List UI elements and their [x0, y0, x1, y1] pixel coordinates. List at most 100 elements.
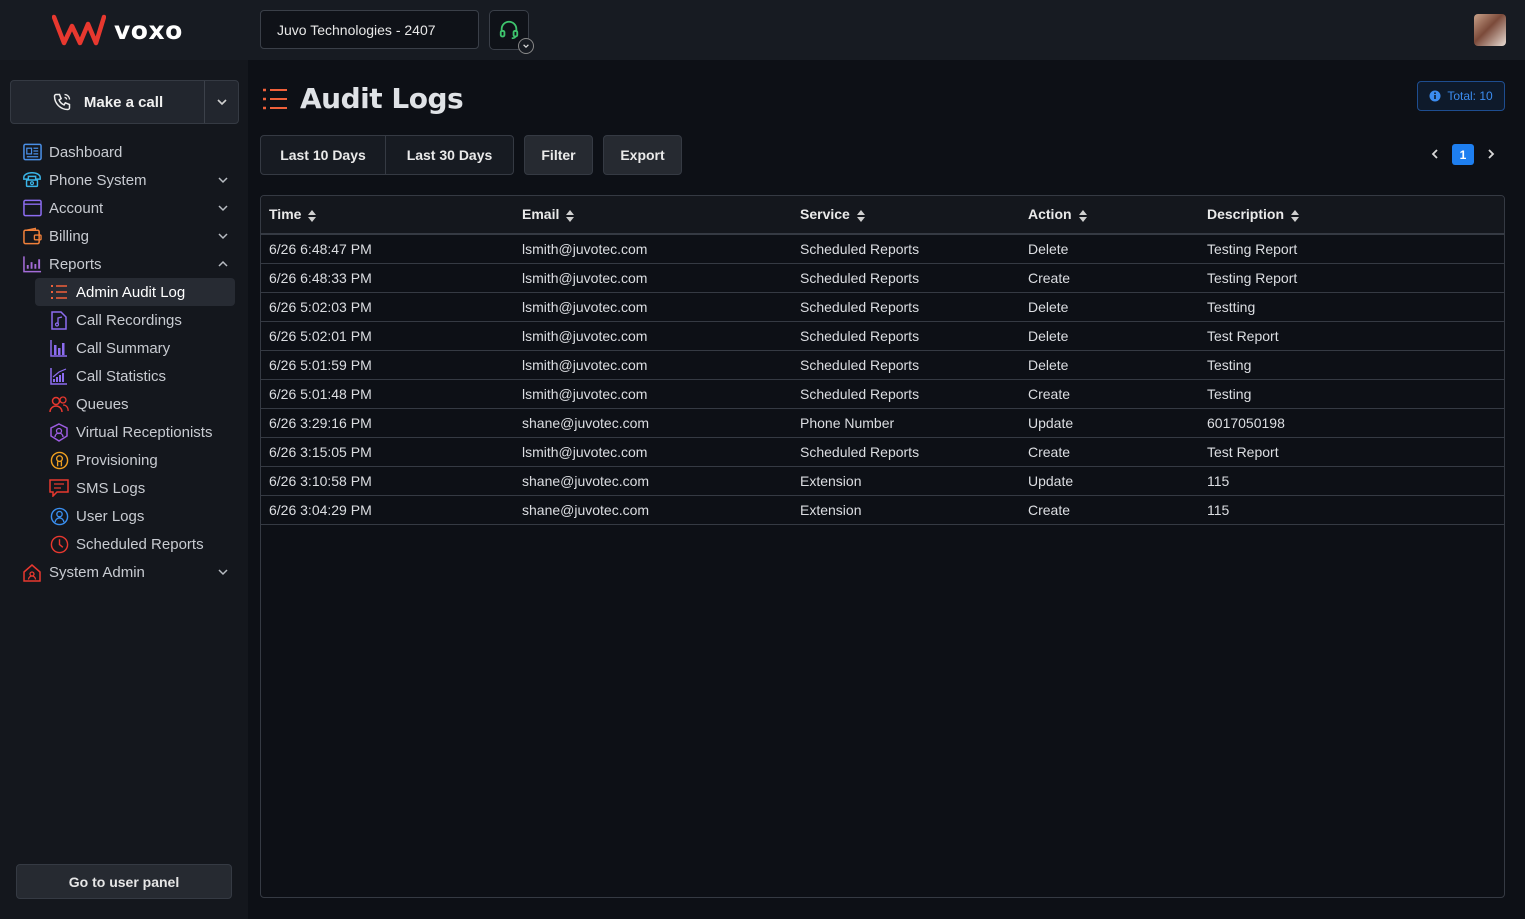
sidebar-item-queues[interactable]: Queues — [0, 390, 248, 418]
sidebar-item-phone-system[interactable]: Phone System — [0, 166, 248, 194]
cell-service: Scheduled Reports — [800, 327, 920, 344]
sort-icon — [856, 209, 865, 222]
prev-page-button[interactable] — [1426, 145, 1444, 163]
table-row: 6/26 5:02:01 PM lsmith@juvotec.com Schedul… — [261, 321, 1504, 350]
column-header-email[interactable]: Email — [514, 196, 792, 234]
column-header-service[interactable]: Service — [792, 196, 1020, 234]
company-selector[interactable]: Juvo Technologies - 2407 — [260, 10, 479, 49]
sidebar-item-label: Billing — [49, 227, 90, 245]
sidebar-item-provisioning[interactable]: Provisioning — [0, 446, 248, 474]
stats-icon — [49, 366, 69, 386]
cell-email: lsmith@juvotec.com — [522, 327, 648, 344]
cell-action: Update — [1028, 414, 1074, 431]
next-page-button[interactable] — [1482, 145, 1500, 163]
cell-action: Update — [1028, 472, 1074, 489]
chevron-down-icon — [216, 99, 227, 106]
headset-button[interactable] — [489, 10, 534, 54]
sort-icon — [1291, 209, 1300, 222]
sidebar-item-call-recordings[interactable]: Call Recordings — [0, 306, 248, 334]
cell-time: 6/26 6:48:33 PM — [269, 269, 372, 286]
cell-time: 6/26 5:01:48 PM — [269, 385, 372, 402]
table-row: 6/26 6:48:33 PM lsmith@juvotec.com Schedul… — [261, 263, 1504, 292]
clock-icon — [49, 534, 69, 554]
cell-description: Testing — [1207, 385, 1252, 402]
message-icon — [49, 478, 69, 498]
last-10-days-button[interactable]: Last 10 Days — [260, 135, 386, 175]
cell-description: Testing Report — [1207, 269, 1298, 286]
chevron-down-icon[interactable] — [216, 201, 230, 215]
page-header: Audit Logs — [262, 82, 464, 115]
sidebar-item-system-admin[interactable]: System Admin — [0, 558, 248, 586]
table-row: 6/26 3:15:05 PM lsmith@juvotec.com Schedul… — [261, 437, 1504, 466]
table-row: 6/26 6:48:47 PM lsmith@juvotec.com Schedul… — [261, 234, 1504, 263]
chevron-left-icon — [1431, 149, 1438, 159]
cell-time: 6/26 5:02:01 PM — [269, 327, 372, 344]
sidebar-item-scheduled-reports[interactable]: Scheduled Reports — [0, 530, 248, 558]
people-icon — [49, 394, 69, 414]
sidebar-item-label: Call Recordings — [76, 311, 182, 329]
cell-time: 6/26 3:10:58 PM — [269, 472, 372, 489]
phone-call-icon — [53, 93, 71, 111]
table-row: 6/26 5:02:03 PM lsmith@juvotec.com Schedul… — [261, 292, 1504, 321]
cell-action: Create — [1028, 501, 1071, 518]
cell-description: 6017050198 — [1207, 414, 1285, 431]
filter-button[interactable]: Filter — [524, 135, 593, 175]
sidebar-item-label: Account — [49, 199, 104, 217]
column-header-action[interactable]: Action — [1020, 196, 1199, 234]
export-button[interactable]: Export — [603, 135, 682, 175]
list-icon — [49, 282, 69, 302]
cell-time: 6/26 6:48:47 PM — [269, 240, 372, 257]
column-header-description[interactable]: Description — [1199, 196, 1504, 234]
sidebar-item-user-logs[interactable]: User Logs — [0, 502, 248, 530]
headset-icon — [499, 20, 519, 40]
cell-action: Delete — [1028, 298, 1069, 315]
voxo-logo[interactable]: voxo — [52, 12, 183, 48]
sidebar: Make a call Dashboard Phone System Accou… — [0, 60, 248, 919]
sidebar-item-label: User Logs — [76, 507, 145, 525]
chevron-down-icon[interactable] — [216, 565, 230, 579]
make-call-dropdown[interactable] — [204, 81, 238, 123]
make-call-button[interactable]: Make a call — [11, 81, 204, 123]
sidebar-item-virtual-receptionists[interactable]: Virtual Receptionists — [0, 418, 248, 446]
cell-description: Testing — [1207, 356, 1252, 373]
audit-log-table: Time Email Service Action Description 6/… — [260, 195, 1505, 898]
cell-description: Testing Report — [1207, 240, 1298, 257]
table-row: 6/26 5:01:48 PM lsmith@juvotec.com Schedul… — [261, 379, 1504, 408]
cell-service: Phone Number — [800, 414, 895, 431]
user-icon — [49, 506, 69, 526]
cell-time: 6/26 5:01:59 PM — [269, 356, 372, 373]
cell-time: 6/26 3:29:16 PM — [269, 414, 372, 431]
cell-time: 6/26 5:02:03 PM — [269, 298, 372, 315]
sidebar-item-reports[interactable]: Reports — [0, 250, 248, 278]
cell-service: Scheduled Reports — [800, 385, 920, 402]
sidebar-item-sms-logs[interactable]: SMS Logs — [0, 474, 248, 502]
chevron-down-icon[interactable] — [216, 229, 230, 243]
sidebar-item-billing[interactable]: Billing — [0, 222, 248, 250]
chevron-down-icon[interactable] — [518, 38, 534, 54]
sidebar-item-label: System Admin — [49, 563, 145, 581]
sidebar-item-call-summary[interactable]: Call Summary — [0, 334, 248, 362]
column-header-time[interactable]: Time — [261, 196, 514, 234]
total-badge: Total: 10 — [1417, 81, 1505, 111]
sidebar-item-dashboard[interactable]: Dashboard — [0, 138, 248, 166]
cell-service: Extension — [800, 501, 862, 518]
cell-description: Test Report — [1207, 327, 1279, 344]
sidebar-nav: Dashboard Phone System Account Billing R… — [0, 138, 248, 586]
page-title: Audit Logs — [300, 82, 464, 115]
chevron-down-icon[interactable] — [216, 173, 230, 187]
cell-email: lsmith@juvotec.com — [522, 443, 648, 460]
page-number-button[interactable]: 1 — [1452, 144, 1474, 165]
user-avatar[interactable] — [1474, 14, 1506, 46]
sidebar-item-call-statistics[interactable]: Call Statistics — [0, 362, 248, 390]
sidebar-item-admin-audit-log[interactable]: Admin Audit Log — [0, 278, 248, 306]
go-to-user-panel-button[interactable]: Go to user panel — [16, 864, 232, 899]
chevron-up-icon[interactable] — [216, 257, 230, 271]
table-row: 6/26 5:01:59 PM lsmith@juvotec.com Schedul… — [261, 350, 1504, 379]
sidebar-item-account[interactable]: Account — [0, 194, 248, 222]
cell-description: 115 — [1207, 501, 1230, 518]
table-row: 6/26 3:04:29 PM shane@juvotec.com Extensio… — [261, 495, 1504, 524]
cell-description: 115 — [1207, 472, 1230, 489]
sidebar-item-label: Call Statistics — [76, 367, 167, 385]
cell-service: Scheduled Reports — [800, 240, 920, 257]
last-30-days-button[interactable]: Last 30 Days — [385, 135, 514, 175]
